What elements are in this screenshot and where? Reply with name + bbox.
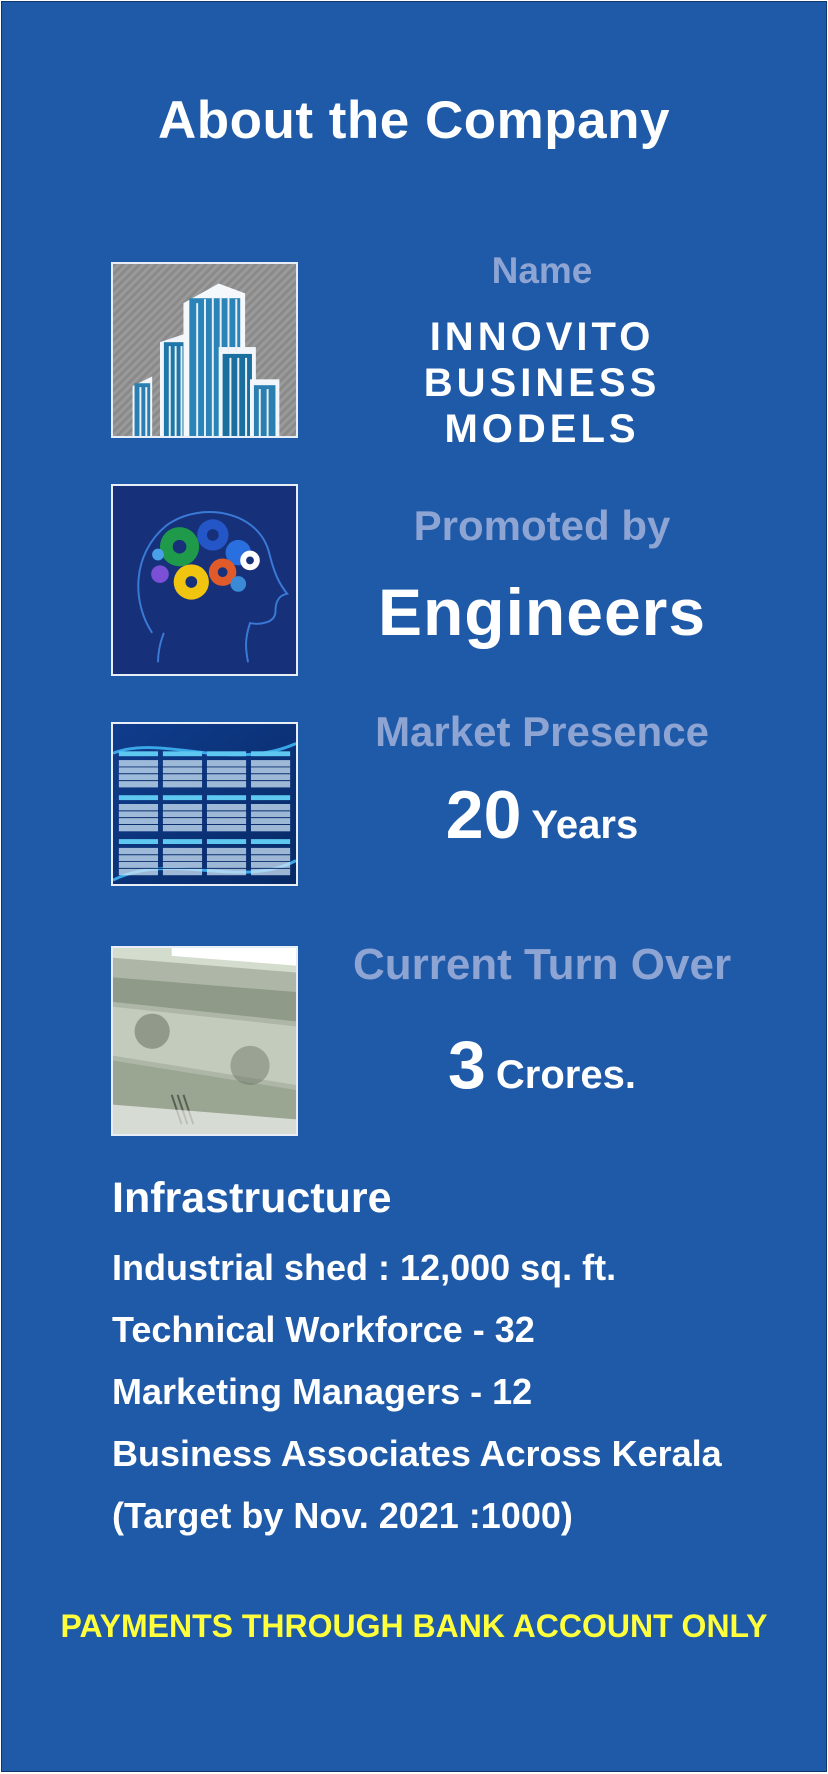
infrastructure-item: Business Associates Across Kerala [112,1433,722,1474]
market-presence-label: Market Presence [375,708,709,755]
infrastructure-item: Technical Workforce - 32 [112,1309,535,1350]
turnover-label: Current Turn Over [352,940,732,989]
infrastructure-item: Industrial shed : 12,000 sq. ft. [112,1247,617,1288]
market-presence-value: 20 Years [342,776,742,854]
company-name-line: MODELS [444,407,640,451]
promoter-value: Engineers [377,575,707,649]
years-number: 20 [445,777,522,853]
info-card: About the Company Name INNOVITO BUSINESS… [1,1,827,1772]
infrastructure-item: Marketing Managers - 12 [112,1371,533,1412]
infrastructure-title: Infrastructure [112,1174,392,1222]
company-name-line: BUSINESS [423,361,661,405]
page-title: About the Company [158,91,670,150]
turnover-unit: Crores. [495,1053,636,1097]
infrastructure-section: Infrastructure Industrial shed : 12,000 … [112,1174,812,1547]
company-name-line: INNOVITO [429,315,655,359]
infrastructure-item: (Target by Nov. 2021 :1000) [112,1495,573,1536]
promoted-label: Promoted by [413,502,671,549]
payment-notice: PAYMENTS THROUGH BANK ACCOUNT ONLY [60,1608,768,1644]
buildings-icon [111,262,298,438]
brain-gears-icon [111,484,298,676]
calendar-icon [111,722,298,886]
turnover-value: 3 Crores. [342,1026,742,1104]
turnover-number: 3 [448,1027,486,1103]
years-unit: Years [531,803,639,847]
company-name: INNOVITO BUSINESS MODELS [342,314,742,452]
currency-notes-icon [111,946,298,1136]
name-label: Name [491,250,593,291]
